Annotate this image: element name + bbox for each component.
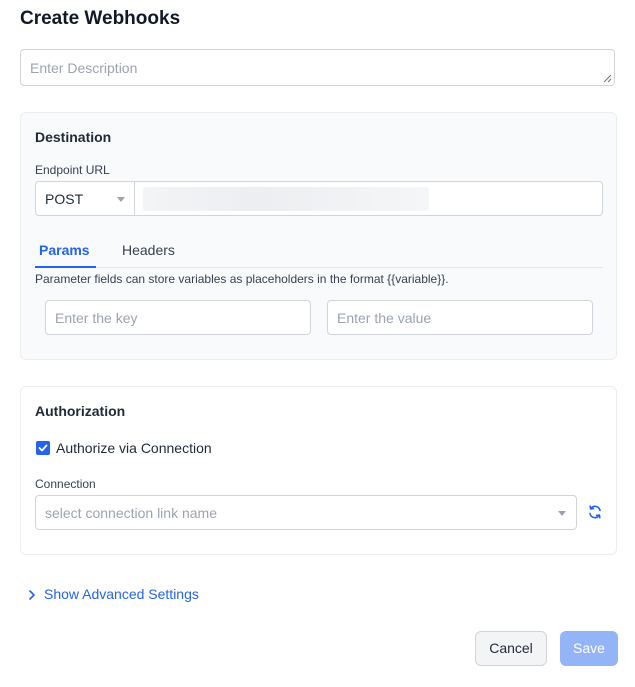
connection-select[interactable]: select connection link name <box>35 495 577 530</box>
param-value-placeholder: Enter the value <box>337 310 432 326</box>
cancel-button[interactable]: Cancel <box>475 631 547 666</box>
authorize-checkbox[interactable] <box>36 441 50 455</box>
destination-heading: Destination <box>35 129 112 145</box>
param-tabs: Params Headers <box>35 241 603 268</box>
endpoint-url-input[interactable] <box>135 181 603 216</box>
param-key-placeholder: Enter the key <box>55 310 138 326</box>
method-value: POST <box>45 191 84 207</box>
description-placeholder: Enter Description <box>30 60 138 76</box>
authorization-panel: Authorization Authorize via Connection C… <box>20 386 617 555</box>
tab-headers[interactable]: Headers <box>122 241 175 266</box>
refresh-icon[interactable] <box>587 504 603 520</box>
endpoint-url-label: Endpoint URL <box>35 163 110 177</box>
connection-label: Connection <box>35 477 96 491</box>
tab-params[interactable]: Params <box>35 241 96 268</box>
chevron-right-icon <box>29 590 35 600</box>
chevron-down-icon <box>117 197 125 202</box>
dialog-title: Create Webhooks <box>20 8 181 29</box>
param-key-input[interactable]: Enter the key <box>45 300 311 335</box>
resize-grip-icon[interactable] <box>602 73 612 83</box>
authorization-heading: Authorization <box>35 403 126 419</box>
save-button[interactable]: Save <box>560 631 618 666</box>
authorize-checkbox-label[interactable]: Authorize via Connection <box>56 440 212 456</box>
destination-panel: Destination Endpoint URL POST Params Hea… <box>20 112 617 360</box>
show-advanced-settings-label: Show Advanced Settings <box>44 586 199 602</box>
connection-placeholder: select connection link name <box>45 505 217 521</box>
param-value-input[interactable]: Enter the value <box>327 300 593 335</box>
chevron-down-icon <box>558 511 566 516</box>
checkmark-icon <box>38 444 48 452</box>
params-hint: Parameter fields can store variables as … <box>35 272 449 286</box>
method-select[interactable]: POST <box>35 181 135 216</box>
redacted-url <box>143 187 429 211</box>
description-input[interactable]: Enter Description <box>20 49 615 86</box>
